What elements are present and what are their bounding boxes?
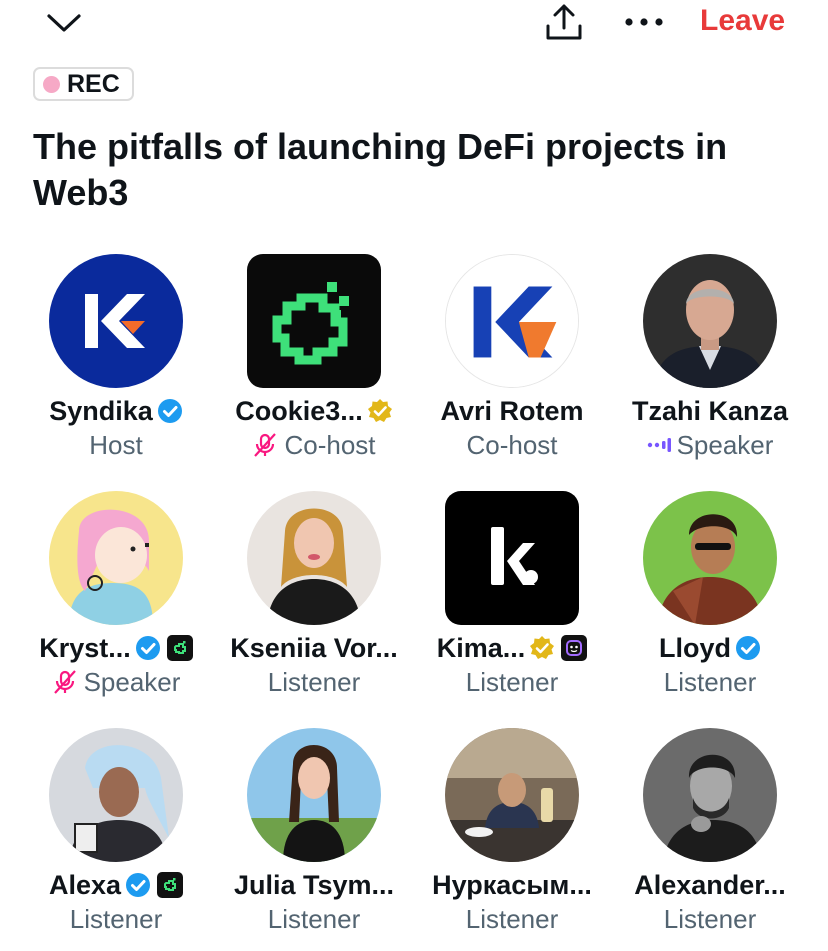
participant-role: Listener bbox=[267, 666, 361, 697]
leave-button[interactable]: Leave bbox=[700, 4, 785, 38]
participant-card[interactable]: Tzahi Kanza Speaker bbox=[611, 254, 809, 491]
participant-role: Co-host bbox=[466, 429, 558, 460]
avatar bbox=[643, 728, 777, 862]
participant-card[interactable]: Julia Tsym... Listener bbox=[215, 728, 413, 951]
participant-name: Cookie3... bbox=[235, 395, 363, 426]
avatar bbox=[49, 728, 183, 862]
illustrated-avatar bbox=[643, 491, 777, 625]
participant-name: Alexa bbox=[48, 869, 122, 900]
participant-role: Listener bbox=[465, 666, 559, 697]
participant-role: Listener bbox=[663, 666, 757, 697]
profile-photo bbox=[445, 728, 579, 862]
participant-role: Speaker bbox=[676, 429, 774, 460]
speaking-bars-icon bbox=[647, 438, 671, 452]
participant-role: Listener bbox=[69, 903, 163, 934]
avatar bbox=[445, 491, 579, 625]
participant-card[interactable]: Alexander... Listener bbox=[611, 728, 809, 951]
avatar bbox=[643, 254, 777, 388]
participant-role: Co-host bbox=[284, 429, 376, 460]
avatar bbox=[247, 728, 381, 862]
rec-label: REC bbox=[67, 69, 120, 98]
participant-role: Speaker bbox=[83, 666, 181, 697]
participant-card[interactable]: Lloyd Listener bbox=[611, 491, 809, 728]
avatar bbox=[247, 491, 381, 625]
participant-card[interactable]: Kseniia Vor... Listener bbox=[215, 491, 413, 728]
avatar bbox=[445, 254, 579, 388]
participant-role: Listener bbox=[663, 903, 757, 934]
participant-name: Syndika bbox=[49, 395, 153, 426]
participant-name: Kima... bbox=[436, 632, 526, 663]
top-bar: Leave bbox=[0, 0, 828, 52]
participant-name: Kryst... bbox=[39, 632, 131, 663]
avatar bbox=[643, 491, 777, 625]
verified-gold-icon bbox=[530, 636, 555, 659]
participant-name: Alexander... bbox=[634, 869, 786, 900]
participant-card[interactable]: Syndika Host bbox=[17, 254, 215, 491]
rec-badge: REC bbox=[33, 67, 134, 101]
space-title: The pitfalls of launching DeFi projects … bbox=[33, 126, 728, 213]
verified-blue-icon bbox=[157, 399, 182, 423]
participants-grid: Syndika Host Cookie3... Co-host Avri Rot… bbox=[17, 254, 809, 951]
participant-name: Tzahi Kanza bbox=[631, 395, 789, 426]
verified-blue-icon bbox=[126, 873, 151, 897]
profile-photo bbox=[247, 491, 381, 625]
verified-blue-icon bbox=[736, 636, 760, 660]
cookie3-badge-icon bbox=[166, 635, 193, 661]
cookie3-badge-icon bbox=[157, 872, 184, 898]
avatar bbox=[49, 254, 183, 388]
avatar bbox=[247, 254, 381, 388]
mic-off-icon bbox=[254, 433, 277, 457]
share-icon[interactable] bbox=[544, 2, 584, 42]
cartoon-avatar bbox=[49, 491, 183, 625]
participant-role: Listener bbox=[465, 903, 559, 934]
avatar bbox=[49, 491, 183, 625]
participant-card[interactable]: Kryst... Speaker bbox=[17, 491, 215, 728]
anime-avatar bbox=[49, 728, 183, 862]
avatar bbox=[445, 728, 579, 862]
participant-card[interactable]: Avri Rotem Co-host bbox=[413, 254, 611, 491]
participant-role: Host bbox=[89, 429, 143, 460]
participant-name: Нуркасым... bbox=[432, 869, 592, 900]
syndika-logo bbox=[49, 254, 183, 388]
profile-photo bbox=[247, 728, 381, 862]
participant-card[interactable]: Kima... Listener bbox=[413, 491, 611, 728]
chevron-down-icon[interactable] bbox=[46, 10, 82, 38]
participant-name: Kseniia Vor... bbox=[230, 632, 398, 663]
k-logo bbox=[446, 255, 578, 387]
participant-name: Julia Tsym... bbox=[233, 869, 395, 900]
participant-card[interactable]: Нуркасым... Listener bbox=[413, 728, 611, 951]
recording-dot-icon bbox=[43, 75, 60, 93]
profile-photo bbox=[643, 254, 777, 388]
app-badge-icon bbox=[561, 635, 588, 661]
participant-card[interactable]: Alexa Listener bbox=[17, 728, 215, 951]
profile-photo bbox=[643, 728, 777, 862]
more-icon[interactable] bbox=[623, 12, 665, 32]
cookie3-logo bbox=[247, 254, 381, 388]
participant-role: Listener bbox=[267, 903, 361, 934]
mic-off-icon bbox=[53, 670, 76, 694]
verified-gold-icon bbox=[367, 399, 392, 422]
participant-name: Avri Rotem bbox=[440, 395, 584, 426]
verified-blue-icon bbox=[135, 636, 160, 660]
participant-name: Lloyd bbox=[659, 632, 731, 663]
kima-logo bbox=[445, 491, 579, 625]
participant-card[interactable]: Cookie3... Co-host bbox=[215, 254, 413, 491]
